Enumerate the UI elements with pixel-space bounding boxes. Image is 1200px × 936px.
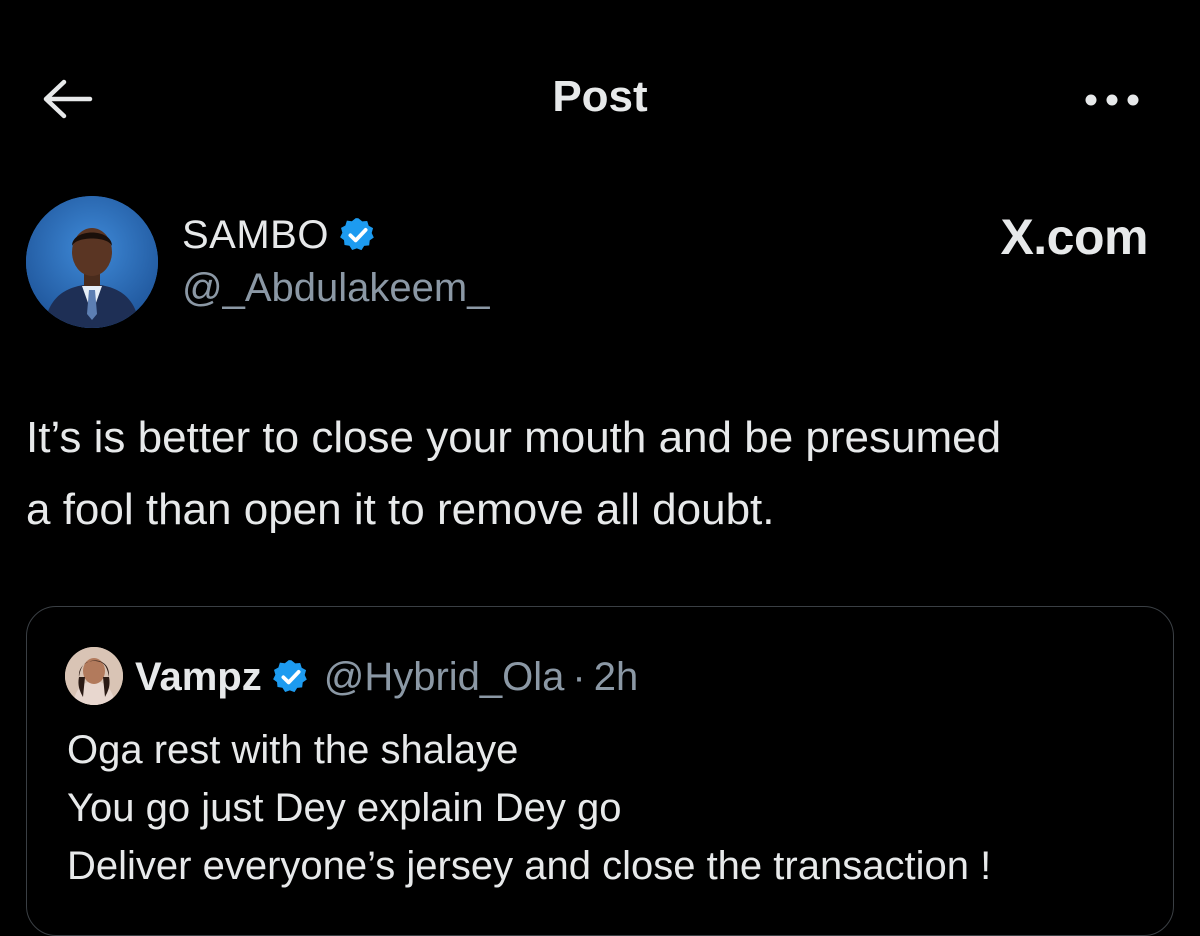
post-text: It’s is better to close your mouth and b… [26, 402, 1176, 546]
quoted-text-line: You go just Dey explain Dey go [67, 786, 622, 830]
quoted-post-text: Oga rest with the shalaye You go just De… [67, 721, 1147, 895]
quoted-text-line: Deliver everyone’s jersey and close the … [67, 844, 992, 888]
quoted-post-card[interactable]: Vampz @Hybrid_Ola · 2h Oga rest with the… [26, 606, 1174, 936]
post-text-line: a fool than open it to remove all doubt. [26, 485, 775, 534]
quoted-author-avatar [65, 647, 123, 705]
source-label: X.com [1000, 209, 1148, 265]
avatar-image [26, 196, 158, 328]
more-horizontal-icon [1085, 94, 1139, 106]
more-options-button[interactable] [1080, 80, 1144, 120]
page-title: Post [552, 72, 648, 121]
verified-badge-icon [272, 660, 307, 693]
quoted-post-header: Vampz @Hybrid_Ola · 2h [135, 653, 638, 701]
dot-separator: · [572, 654, 586, 699]
verified-badge-icon [340, 218, 374, 251]
post-text-line: It’s is better to close your mouth and b… [26, 413, 1002, 462]
arrow-left-icon [43, 79, 93, 119]
author-name[interactable]: SAMBO [182, 213, 329, 258]
author-handle[interactable]: @_Abdulakeem_ [182, 266, 489, 311]
quoted-text-line: Oga rest with the shalaye [67, 728, 519, 772]
quoted-author-name: Vampz [135, 654, 262, 699]
quoted-post-time: 2h [593, 654, 639, 699]
top-bar: Post [0, 0, 1200, 190]
back-button[interactable] [40, 74, 96, 124]
quoted-author-handle: @Hybrid_Ola [323, 654, 565, 699]
author-avatar[interactable] [26, 196, 158, 328]
avatar-image [65, 647, 123, 705]
author-name-row[interactable]: SAMBO [182, 210, 377, 260]
